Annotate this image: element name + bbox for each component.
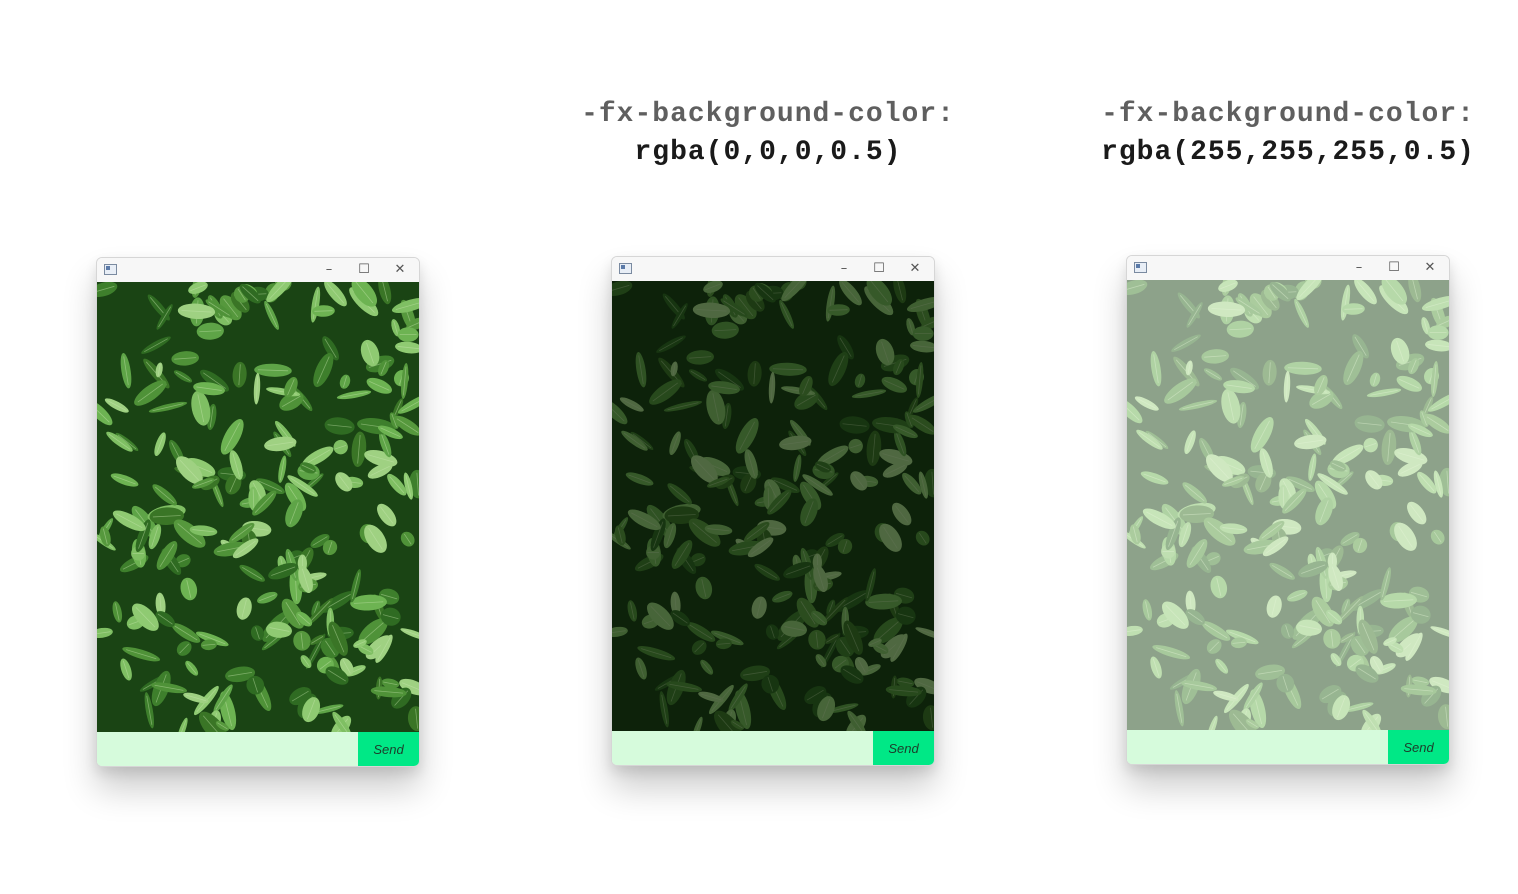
app-window-icon — [619, 263, 632, 274]
send-button[interactable]: Send — [873, 731, 934, 765]
caption-value: rgba(255,255,255,0.5) — [1101, 137, 1475, 168]
minimize-icon[interactable]: – — [834, 259, 854, 279]
minimize-icon[interactable]: – — [1349, 258, 1369, 278]
message-bar: Send — [612, 731, 934, 765]
background-image — [97, 282, 419, 732]
title-bar[interactable]: – ☐ ✕ — [612, 257, 934, 281]
minimize-icon[interactable]: – — [319, 260, 339, 280]
title-bar[interactable]: – ☐ ✕ — [1127, 256, 1449, 280]
maximize-icon[interactable]: ☐ — [869, 259, 889, 279]
app-window-icon — [104, 264, 117, 275]
app-window-dark-overlay: – ☐ ✕ Send — [611, 256, 935, 766]
background-image — [612, 281, 934, 731]
plant-leaves-image — [1127, 280, 1449, 730]
plant-leaves-image — [97, 282, 419, 732]
caption-light-overlay: -fx-background-color: rgba(255,255,255,0… — [1058, 96, 1518, 172]
maximize-icon[interactable]: ☐ — [354, 260, 374, 280]
title-bar[interactable]: – ☐ ✕ — [97, 258, 419, 282]
close-icon[interactable]: ✕ — [905, 259, 925, 279]
message-input[interactable] — [97, 732, 358, 766]
caption-value: rgba(0,0,0,0.5) — [634, 137, 902, 168]
caption-property: -fx-background-color: — [1101, 99, 1475, 130]
caption-property: -fx-background-color: — [581, 99, 955, 130]
send-button[interactable]: Send — [358, 732, 419, 766]
message-input[interactable] — [612, 731, 873, 765]
message-bar: Send — [97, 732, 419, 766]
app-window-icon — [1134, 262, 1147, 273]
background-image — [1127, 280, 1449, 730]
maximize-icon[interactable]: ☐ — [1384, 258, 1404, 278]
close-icon[interactable]: ✕ — [390, 260, 410, 280]
app-window-original: – ☐ ✕ Send — [96, 257, 420, 767]
app-window-light-overlay: – ☐ ✕ Send — [1126, 255, 1450, 765]
send-button[interactable]: Send — [1388, 730, 1449, 764]
plant-leaves-image — [612, 281, 934, 731]
message-bar: Send — [1127, 730, 1449, 764]
close-icon[interactable]: ✕ — [1420, 258, 1440, 278]
message-input[interactable] — [1127, 730, 1388, 764]
caption-dark-overlay: -fx-background-color: rgba(0,0,0,0.5) — [538, 96, 998, 172]
